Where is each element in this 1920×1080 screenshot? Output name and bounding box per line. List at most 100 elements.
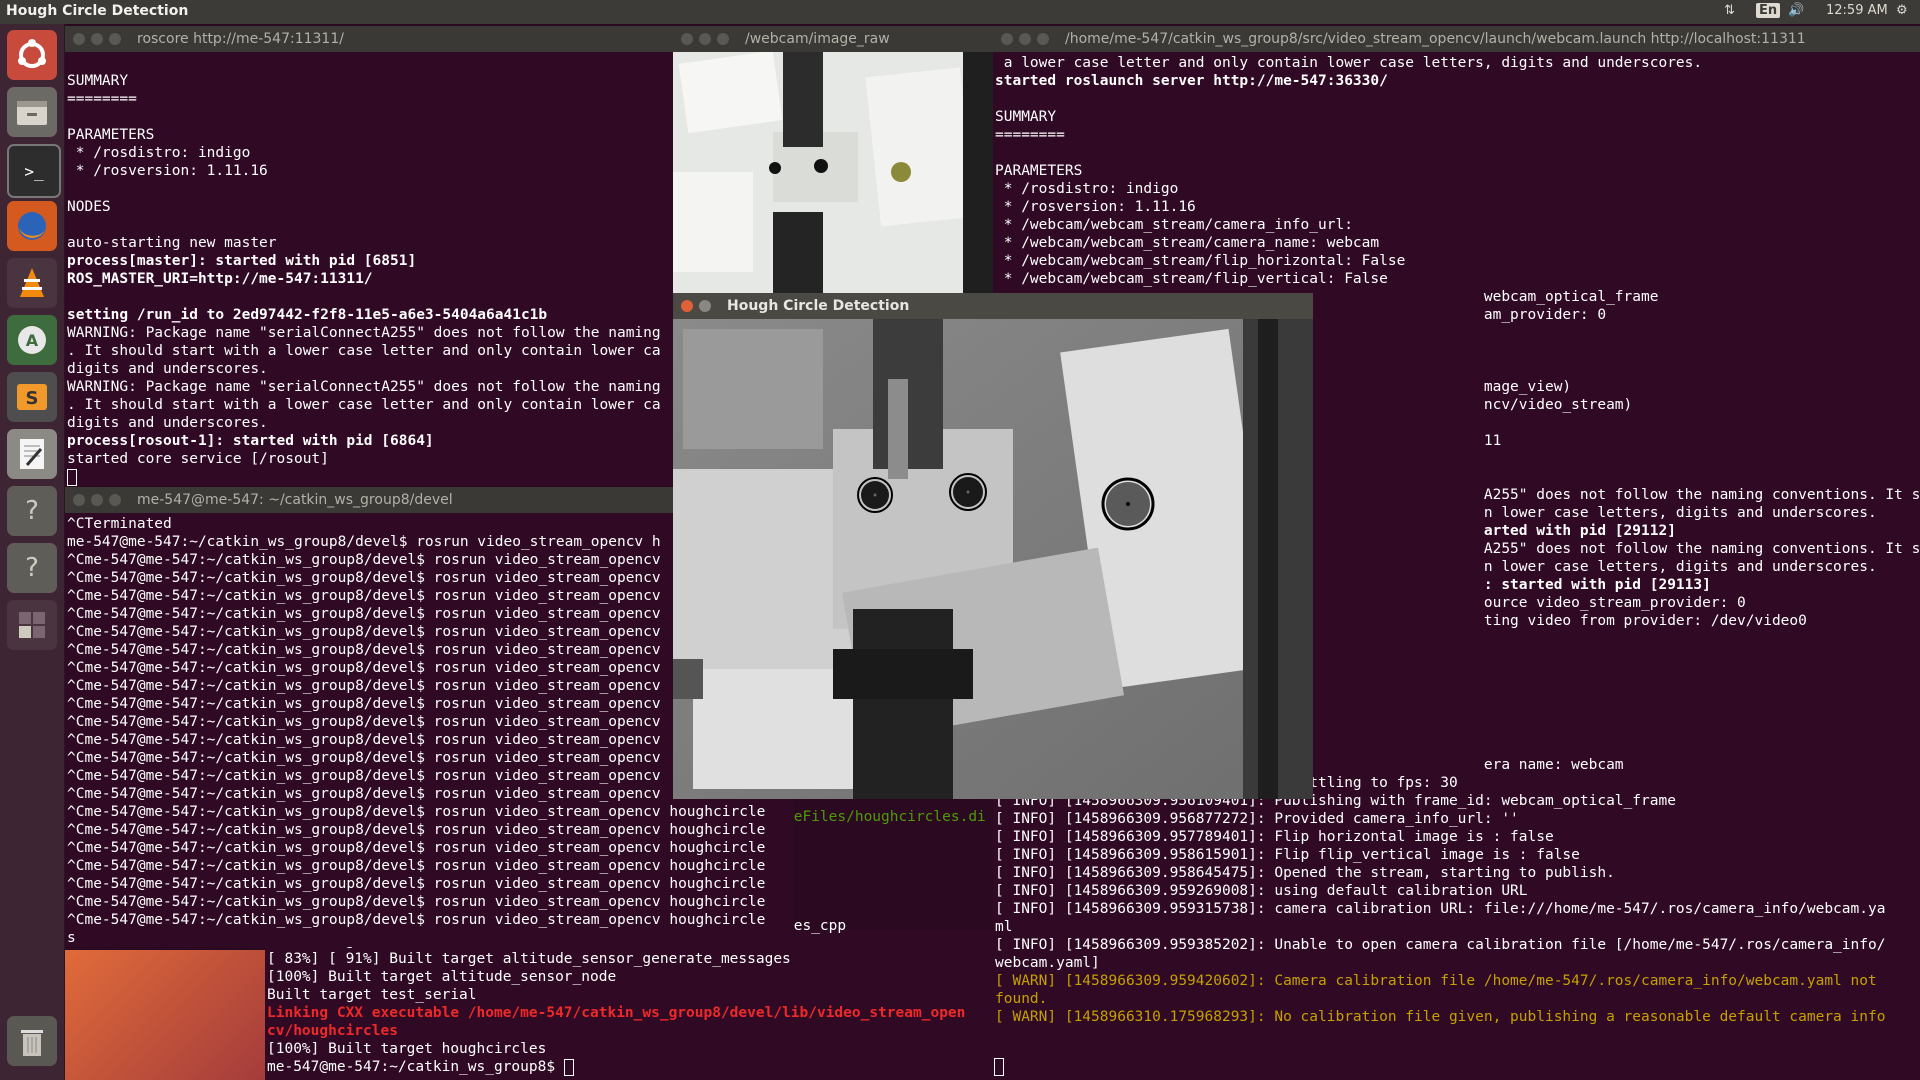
settings-gear-icon[interactable]: ⚙ — [1896, 3, 1908, 18]
terminal-line: [ WARN] [1458966310.175968293]: No calib… — [995, 1009, 1886, 1025]
text-cursor — [67, 468, 673, 486]
terminal-line: * /webcam/webcam_stream/flip_vertical: F… — [995, 271, 1388, 287]
terminal-line: ROS_MASTER_URI=http://me-547:11311/ — [67, 271, 373, 287]
roscore-terminal-output: SUMMARY ======== PARAMETERS * /rosdistro: … — [65, 52, 675, 486]
hough-detection-image — [673, 319, 1313, 799]
minimize-icon[interactable] — [91, 494, 103, 506]
roscore-terminal-window[interactable]: roscore http://me-547:11311/ SUMMARY ====… — [65, 26, 675, 486]
terminal-line: found. — [995, 991, 1048, 1007]
terminal-line: PARAMETERS — [67, 127, 155, 143]
terminal-line: auto-starting new master — [67, 235, 277, 251]
active-app-title: Hough Circle Detection — [6, 3, 189, 19]
window-title: /home/me-547/catkin_ws_group8/src/video_… — [1065, 31, 1806, 47]
sublime-text-icon[interactable]: S — [7, 372, 57, 422]
window-titlebar[interactable]: /webcam/image_raw — [673, 26, 993, 52]
build-terminal-partial-line: xeFiles/houghcircles.di — [785, 809, 986, 825]
trash-icon[interactable] — [7, 1016, 57, 1066]
close-icon[interactable] — [73, 33, 85, 45]
terminal-line: SUMMARY — [995, 109, 1057, 125]
terminal-line: NODES — [67, 199, 111, 215]
close-icon[interactable] — [73, 494, 85, 506]
window-titlebar[interactable]: Hough Circle Detection — [673, 293, 1313, 319]
hough-circle-window[interactable]: Hough Circle Detection — [673, 293, 1313, 799]
terminal-line: * /rosversion: 1.11.16 — [67, 163, 268, 179]
software-updater-icon[interactable]: A — [7, 315, 57, 365]
close-icon[interactable] — [681, 33, 693, 45]
terminal-line: process[master]: started with pid [6851] — [67, 253, 417, 269]
minimize-icon[interactable] — [699, 33, 711, 45]
terminal-line: s — [67, 930, 76, 946]
terminal-line: digits and underscores. — [67, 361, 268, 377]
image-raw-window[interactable]: /webcam/image_raw — [673, 26, 993, 296]
window-title: me-547@me-547: ~/catkin_ws_group8/devel — [137, 492, 453, 508]
terminal-line: [100%] Built target altitude_sensor_node — [267, 969, 617, 985]
terminal-line: a lower case letter and only contain low… — [995, 55, 1703, 71]
terminal-line: ^Cme-547@me-547:~/catkin_ws_group8/devel… — [67, 840, 766, 856]
volume-icon[interactable]: 🔊 — [1788, 3, 1804, 18]
terminal-line: WARNING: Package name "serialConnectA255… — [67, 379, 661, 395]
terminal-line: ^Cme-547@me-547:~/catkin_ws_group8/devel… — [67, 912, 766, 928]
minimize-icon[interactable] — [1019, 33, 1031, 45]
minimize-icon[interactable] — [699, 300, 711, 312]
terminal-line: ======== — [67, 91, 137, 107]
build-terminal-window[interactable]: Built target serialConnectA255[ 83%] [ 9… — [265, 930, 993, 1080]
terminal-line: [ INFO] [1458966309.956877272]: Provided… — [995, 811, 1519, 827]
window-title: roscore http://me-547:11311/ — [137, 31, 344, 47]
terminal-line: [ INFO] [1458966309.959385202]: Unable t… — [995, 937, 1886, 953]
terminal-line: . It should start with a lower case lett… — [67, 397, 661, 413]
text-cursor — [563, 1058, 574, 1076]
launcher: >_ A S ? ? — [0, 24, 65, 1080]
close-icon[interactable] — [1001, 33, 1013, 45]
terminal-line: * /webcam/webcam_stream/flip_horizontal:… — [995, 253, 1406, 269]
unknown-app-icon[interactable]: ? — [7, 543, 57, 593]
text-cursor — [994, 1058, 1004, 1076]
terminal-line: * /webcam/webcam_stream/camera_info_url: — [995, 217, 1353, 233]
minimize-icon[interactable] — [91, 33, 103, 45]
window-titlebar[interactable]: roscore http://me-547:11311/ — [65, 26, 675, 52]
terminal-line: [ INFO] [1458966309.958645475]: Opened t… — [995, 865, 1615, 881]
keyboard-layout-indicator[interactable]: En — [1756, 3, 1781, 18]
window-titlebar[interactable]: /home/me-547/catkin_ws_group8/src/video_… — [993, 26, 1920, 52]
ubuntu-dash-icon[interactable] — [7, 30, 57, 80]
firefox-icon[interactable] — [7, 201, 57, 251]
terminal-line: ^Cme-547@me-547:~/catkin_ws_group8/devel… — [67, 876, 766, 892]
unknown-app-icon[interactable]: ? — [7, 486, 57, 536]
vlc-icon[interactable] — [7, 258, 57, 308]
terminal-line: ======== — [995, 127, 1065, 143]
text-editor-icon[interactable] — [7, 429, 57, 479]
close-icon[interactable] — [681, 300, 693, 312]
maximize-icon[interactable] — [717, 33, 729, 45]
terminal-icon[interactable]: >_ — [7, 144, 61, 198]
window-title: /webcam/image_raw — [745, 31, 890, 47]
terminal-line: . It should start with a lower case lett… — [67, 343, 661, 359]
webcam-raw-image — [673, 52, 993, 296]
terminal-line: [ INFO] [1458966309.957789401]: Flip hor… — [995, 829, 1554, 845]
desktop-wallpaper — [65, 950, 271, 1080]
terminal-line: webcam.yaml] — [995, 955, 1100, 971]
network-updown-icon[interactable]: ⇅ — [1724, 3, 1735, 18]
terminal-line: cv/houghcircles — [267, 1023, 398, 1039]
workspace-switcher-icon[interactable] — [7, 600, 57, 650]
terminal-line: WARNING: Package name "serialConnectA255… — [67, 325, 661, 341]
terminal-line: Built target test_serial — [267, 987, 477, 1003]
terminal-line: me-547@me-547:~/catkin_ws_group8$ — [267, 1058, 991, 1076]
terminal-line: ml — [995, 919, 1013, 935]
files-icon[interactable] — [7, 87, 57, 137]
clock[interactable]: 12:59 AM — [1826, 3, 1888, 18]
maximize-icon[interactable] — [109, 33, 121, 45]
terminal-line: * /rosversion: 1.11.16 — [995, 199, 1196, 215]
terminal-line: [ INFO] [1458966309.958615901]: Flip fli… — [995, 847, 1580, 863]
terminal-line: * /rosdistro: indigo — [995, 181, 1179, 197]
maximize-icon[interactable] — [109, 494, 121, 506]
terminal-line: Linking CXX executable /home/me-547/catk… — [267, 1005, 966, 1021]
window-title: Hough Circle Detection — [727, 298, 910, 314]
maximize-icon[interactable] — [1037, 33, 1049, 45]
svg-text:A: A — [26, 331, 39, 350]
